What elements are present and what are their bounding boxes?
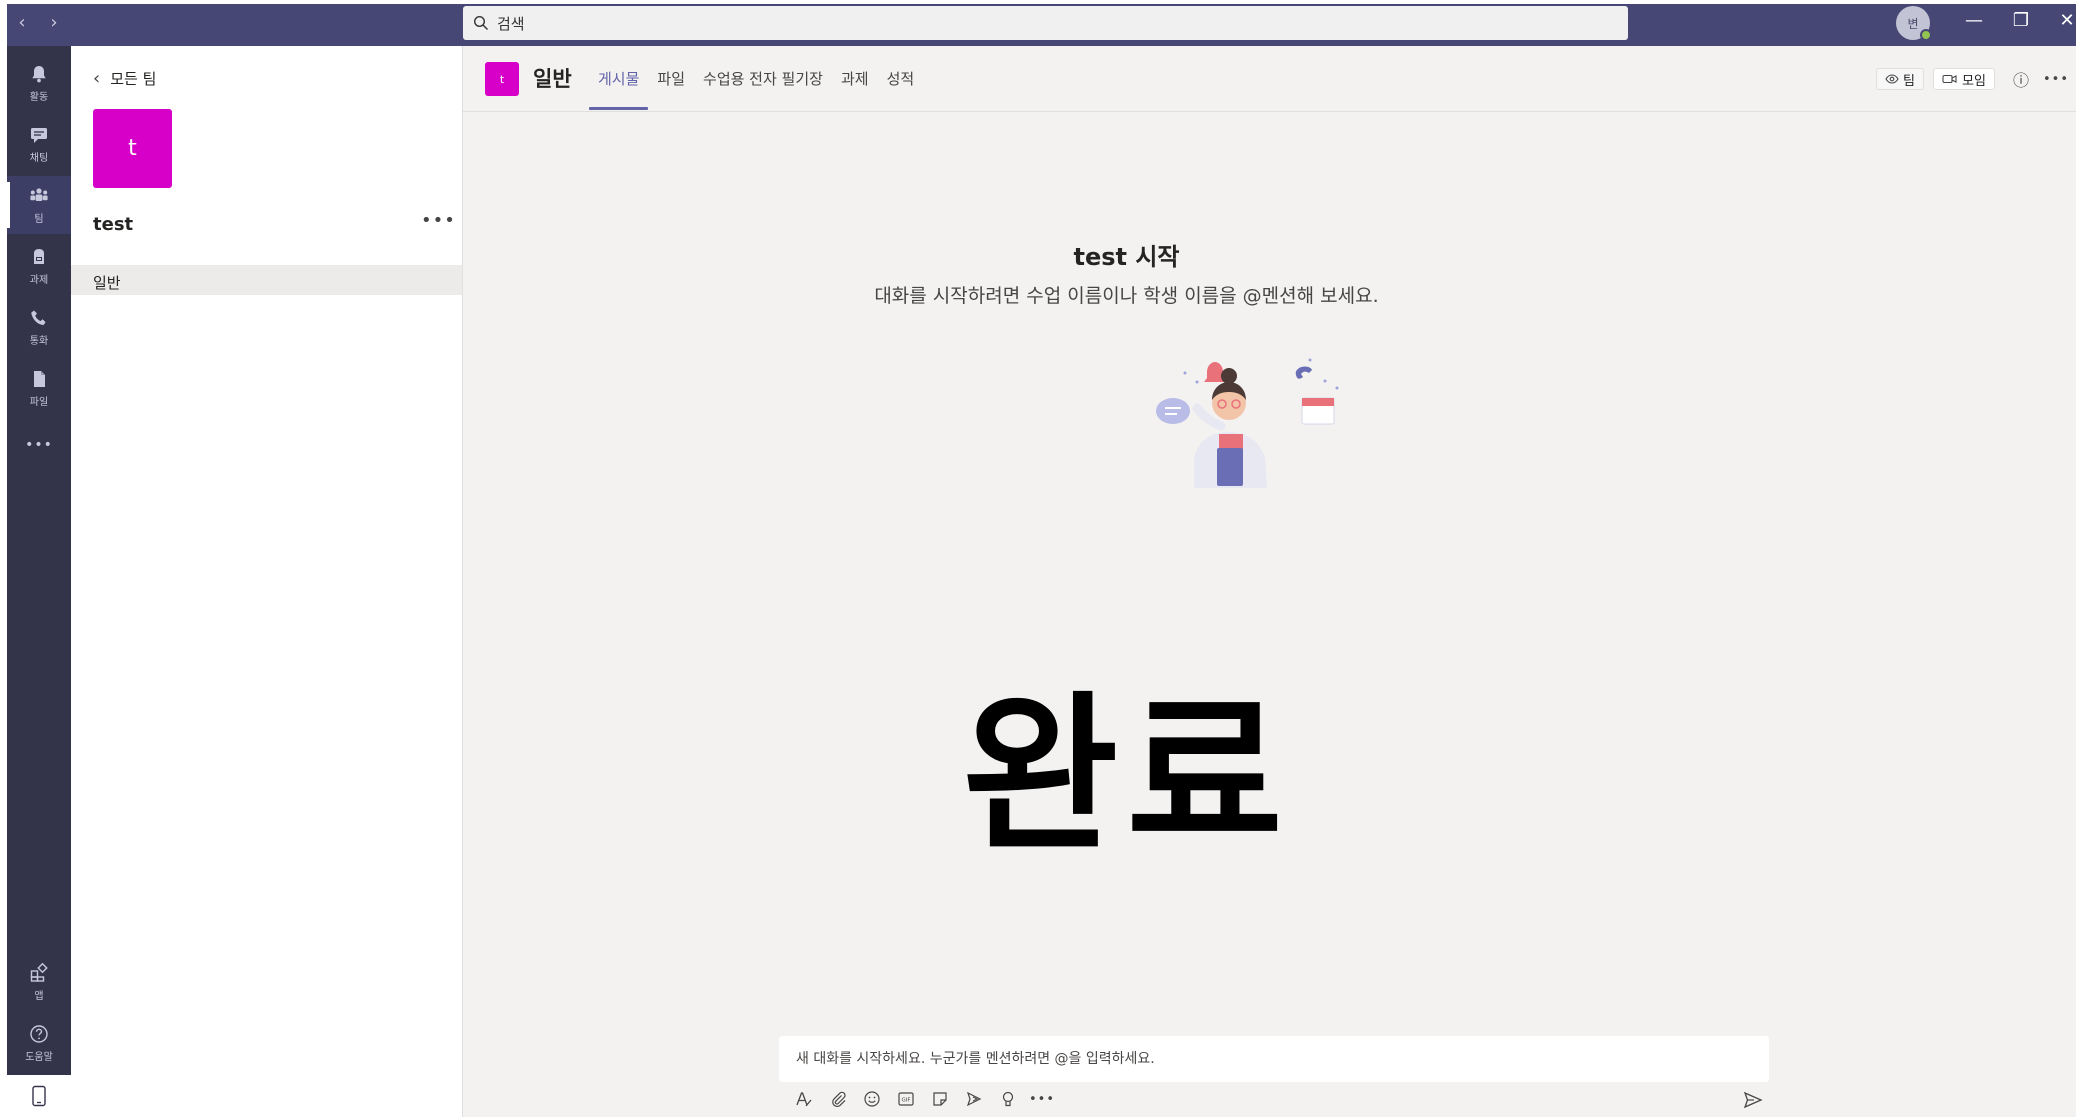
attach-icon[interactable] bbox=[827, 1088, 849, 1110]
tab-assignments[interactable]: 과제 bbox=[832, 68, 878, 112]
app-rail: 활동 채팅 팀 과제 통화 파일 ••• 앱 도움말 bbox=[7, 46, 71, 1117]
format-text-icon[interactable] bbox=[793, 1088, 815, 1110]
team-avatar-tile: t bbox=[93, 109, 172, 188]
eye-icon bbox=[1885, 74, 1899, 84]
channel-label-general: 일반 bbox=[93, 274, 121, 292]
all-teams-label: 모든 팀 bbox=[110, 70, 157, 88]
rail-label-apps: 앱 bbox=[34, 991, 44, 1002]
rail-item-teams[interactable]: 팀 bbox=[7, 176, 71, 234]
team-view-button[interactable]: 팀 bbox=[1876, 68, 1924, 90]
channel-tabs: 게시물 파일 수업용 전자 필기장 과제 성적 bbox=[589, 68, 923, 112]
rail-item-files[interactable]: 파일 bbox=[7, 359, 71, 417]
emoji-icon[interactable] bbox=[861, 1088, 883, 1110]
welcome-subtitle: 대화를 시작하려면 수업 이름이나 학생 이름을 @멘션해 보세요. bbox=[874, 285, 1379, 307]
bell-icon bbox=[32, 66, 46, 83]
phone-icon bbox=[31, 310, 46, 326]
channel-team-initial: t bbox=[499, 72, 505, 86]
tab-files[interactable]: 파일 bbox=[648, 68, 694, 112]
history-nav: ‹ › bbox=[15, 12, 61, 34]
rail-item-apps[interactable]: 앱 bbox=[7, 953, 71, 1011]
svg-text:GIF: GIF bbox=[901, 1098, 910, 1104]
rail-label-assignments: 과제 bbox=[29, 275, 49, 286]
video-camera-icon bbox=[1942, 74, 1957, 84]
user-avatar[interactable]: 변 bbox=[1896, 6, 1932, 41]
team-name: test bbox=[93, 214, 134, 235]
teams-icon bbox=[30, 188, 48, 201]
team-avatar-initial: t bbox=[128, 136, 137, 161]
chevron-left-icon: ‹ bbox=[93, 68, 101, 89]
compose-more-icon[interactable]: ••• bbox=[1029, 1088, 1054, 1110]
meet-label: 모임 bbox=[1962, 73, 1986, 89]
rail-item-calls[interactable]: 통화 bbox=[7, 298, 71, 356]
search-placeholder: 검색 bbox=[497, 14, 525, 33]
help-icon bbox=[30, 1025, 48, 1043]
channel-team-avatar: t bbox=[485, 62, 519, 96]
rail-label-calls: 통화 bbox=[29, 336, 49, 347]
minimize-button[interactable]: — bbox=[1962, 10, 1986, 31]
meet-button[interactable]: 모임 bbox=[1933, 68, 1995, 90]
rail-item-assignments[interactable]: 과제 bbox=[7, 237, 71, 295]
forward-arrow-icon[interactable]: › bbox=[47, 12, 61, 34]
meet-now-icon[interactable] bbox=[963, 1088, 985, 1110]
channel-title: 일반 bbox=[533, 67, 572, 91]
rail-item-help[interactable]: 도움말 bbox=[7, 1014, 71, 1072]
team-view-label: 팀 bbox=[1903, 73, 1915, 89]
rail-label-teams: 팀 bbox=[34, 214, 44, 225]
mobile-phone-icon bbox=[32, 1085, 46, 1107]
compose-box bbox=[779, 1036, 1769, 1082]
tab-class-notebook[interactable]: 수업용 전자 필기장 bbox=[694, 68, 832, 112]
rail-label-activity: 활동 bbox=[29, 92, 49, 103]
more-dots-icon: ••• bbox=[25, 437, 53, 453]
rail-label-chat: 채팅 bbox=[29, 153, 49, 164]
rail-label-files: 파일 bbox=[29, 397, 49, 408]
compose-input[interactable] bbox=[779, 1036, 1769, 1082]
teams-window: ‹ › 검색 변 — ❐ ✕ 활동 채팅 팀 과제 통화 파일 ••• 앱 도움… bbox=[0, 0, 2076, 1117]
rail-label-help: 도움말 bbox=[25, 1052, 53, 1063]
back-arrow-icon[interactable]: ‹ bbox=[15, 12, 29, 34]
mobile-device-button[interactable] bbox=[7, 1075, 71, 1117]
rail-item-activity[interactable]: 활동 bbox=[7, 54, 71, 112]
compose-toolbar: GIF ••• bbox=[793, 1088, 1054, 1110]
channel-item-general[interactable]: 일반 bbox=[71, 265, 462, 295]
close-button[interactable]: ✕ bbox=[2055, 10, 2076, 31]
welcome-title: test 시작 bbox=[1073, 243, 1180, 271]
completed-overlay-text: 완료 bbox=[962, 677, 1291, 875]
sticker-icon[interactable] bbox=[929, 1088, 951, 1110]
tab-grades[interactable]: 성적 bbox=[878, 68, 924, 112]
search-icon bbox=[473, 15, 488, 30]
all-teams-back-link[interactable]: ‹ 모든 팀 bbox=[93, 68, 156, 89]
channel-header: t 일반 게시물 파일 수업용 전자 필기장 과제 성적 팀 모임 ⓘ ••• bbox=[463, 46, 2076, 112]
assignments-icon bbox=[34, 249, 44, 264]
search-bar[interactable]: 검색 bbox=[463, 6, 1628, 40]
praise-icon[interactable] bbox=[997, 1088, 1019, 1110]
title-bar: ‹ › 검색 변 — ❐ ✕ bbox=[7, 4, 2076, 46]
gif-icon[interactable]: GIF bbox=[895, 1088, 917, 1110]
teams-panel: ‹ 모든 팀 t test ••• 일반 bbox=[71, 46, 463, 1117]
apps-icon bbox=[30, 962, 48, 982]
tab-posts[interactable]: 게시물 bbox=[589, 68, 649, 112]
user-avatar-initial: 변 bbox=[1907, 16, 1919, 31]
rail-item-chat[interactable]: 채팅 bbox=[7, 115, 71, 173]
presence-available-icon bbox=[1920, 29, 1932, 41]
channel-main: t 일반 게시물 파일 수업용 전자 필기장 과제 성적 팀 모임 ⓘ ••• … bbox=[463, 46, 2076, 1117]
channel-more-options-icon[interactable]: ••• bbox=[2043, 68, 2068, 90]
send-icon bbox=[1743, 1091, 1763, 1109]
rail-more-button[interactable]: ••• bbox=[7, 430, 71, 460]
team-more-options-button[interactable]: ••• bbox=[421, 210, 456, 231]
file-icon bbox=[34, 371, 45, 387]
teacher-illustration bbox=[1156, 358, 1339, 488]
chat-icon bbox=[31, 128, 47, 143]
send-button[interactable] bbox=[1741, 1089, 1765, 1111]
info-icon[interactable]: ⓘ bbox=[2010, 68, 2032, 90]
restore-button[interactable]: ❐ bbox=[2009, 10, 2033, 31]
